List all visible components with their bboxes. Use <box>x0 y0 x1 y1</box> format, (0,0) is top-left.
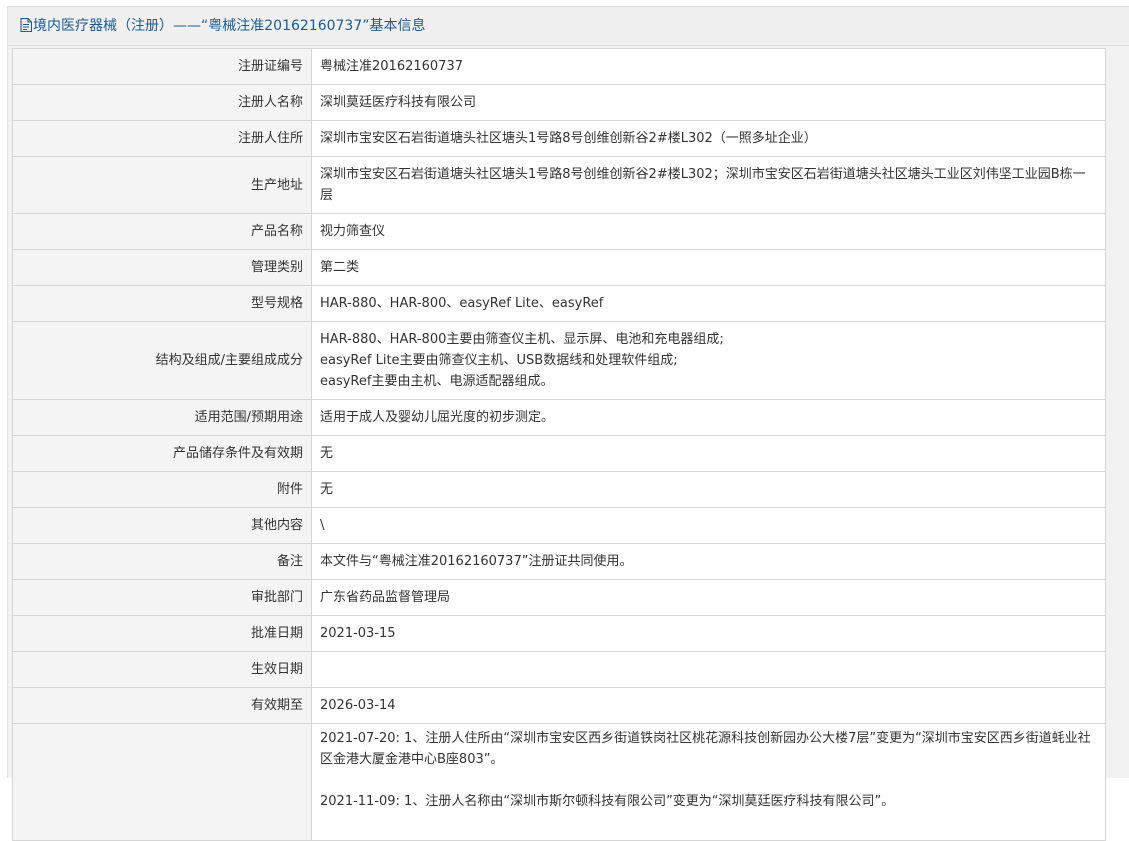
table-row: 适用范围/预期用途 适用于成人及婴幼儿屈光度的初步测定。 <box>12 399 1106 436</box>
table-row: 型号规格 HAR-880、HAR-800、easyRef Lite、easyRef <box>12 285 1106 322</box>
table-row: 批准日期 2021-03-15 <box>12 615 1106 652</box>
change-item: 2021-11-09: 1、注册人名称由“深圳市斯尔顿科技有限公司”变更为“深圳… <box>320 794 895 809</box>
detail-table: 注册证编号 粤械注准20162160737 注册人名称 深圳莫廷医疗科技有限公司 注册人… <box>12 48 1106 841</box>
table-row-changes: 2021-07-20: 1、注册人住所由“深圳市宝安区西乡街道铁岗社区桃花源科技… <box>12 723 1106 841</box>
table-row: 有效期至 2026-03-14 <box>12 687 1106 724</box>
table-row: 附件无 <box>12 471 1106 508</box>
table-row: 注册人住所 深圳市宝安区石岩街道塘头社区塘头1号路8号创维创新谷2#楼L302（一… <box>12 120 1106 157</box>
field-label <box>12 723 312 841</box>
field-label: 产品名称 <box>12 213 312 250</box>
field-value: 无 <box>311 471 1106 508</box>
field-label: 批准日期 <box>12 615 312 652</box>
table-row: 产品名称 视力筛查仪 <box>12 213 1106 250</box>
table-row: 生效日期 <box>12 651 1106 688</box>
field-label: 有效期至 <box>12 687 312 724</box>
field-value: 无 <box>311 435 1106 472</box>
field-value: 广东省药品监督管理局 <box>311 579 1106 616</box>
table-row: 注册证编号 粤械注准20162160737 <box>12 48 1106 85</box>
field-value <box>311 651 1106 688</box>
field-value: 深圳市宝安区石岩街道塘头社区塘头1号路8号创维创新谷2#楼L302（一照多址企业… <box>311 120 1106 157</box>
field-label: 其他内容 <box>12 507 312 544</box>
field-value-line: HAR-880、HAR-800主要由筛查仪主机、显示屏、电池和充电器组成; <box>320 332 724 347</box>
field-label: 型号规格 <box>12 285 312 322</box>
table-row: 产品储存条件及有效期无 <box>12 435 1106 472</box>
field-label: 结构及组成/主要组成成分 <box>12 321 312 400</box>
document-icon <box>20 9 33 47</box>
change-item: 2021-07-20: 1、注册人住所由“深圳市宝安区西乡街道铁岗社区桃花源科技… <box>320 731 1091 767</box>
table-row: 生产地址 深圳市宝安区石岩街道塘头社区塘头1号路8号创维创新谷2#楼L302；深圳… <box>12 156 1106 214</box>
field-label: 管理类别 <box>12 249 312 286</box>
field-label: 附件 <box>12 471 312 508</box>
field-value: HAR-880、HAR-800主要由筛查仪主机、显示屏、电池和充电器组成; eas… <box>311 321 1106 400</box>
field-label: 注册人名称 <box>12 84 312 121</box>
page-title: 境内医疗器械（注册）——“粤械注准20162160737”基本信息 <box>33 18 426 34</box>
field-value: \ <box>311 507 1106 544</box>
field-value: 深圳市宝安区石岩街道塘头社区塘头1号路8号创维创新谷2#楼L302；深圳市宝安区… <box>311 156 1106 214</box>
field-label: 备注 <box>12 543 312 580</box>
table-row: 备注 本文件与“粤械注准20162160737”注册证共同使用。 <box>12 543 1106 580</box>
field-value-line: easyRef主要由主机、电源适配器组成。 <box>320 374 554 389</box>
field-label: 产品储存条件及有效期 <box>12 435 312 472</box>
field-label: 注册证编号 <box>12 48 312 85</box>
field-label: 注册人住所 <box>12 120 312 157</box>
field-value: 本文件与“粤械注准20162160737”注册证共同使用。 <box>311 543 1106 580</box>
field-value-line: easyRef Lite主要由筛查仪主机、USB数据线和处理软件组成; <box>320 353 678 368</box>
field-value: 深圳莫廷医疗科技有限公司 <box>311 84 1106 121</box>
field-value: 2026-03-14 <box>311 687 1106 724</box>
table-row: 注册人名称 深圳莫廷医疗科技有限公司 <box>12 84 1106 121</box>
field-label: 适用范围/预期用途 <box>12 399 312 436</box>
field-value: 适用于成人及婴幼儿屈光度的初步测定。 <box>311 399 1106 436</box>
field-label: 生效日期 <box>12 651 312 688</box>
table-row: 审批部门 广东省药品监督管理局 <box>12 579 1106 616</box>
table-row: 其他内容 \ <box>12 507 1106 544</box>
field-value: 第二类 <box>311 249 1106 286</box>
panel-header: 境内医疗器械（注册）——“粤械注准20162160737”基本信息 <box>8 7 1129 46</box>
field-label: 生产地址 <box>12 156 312 214</box>
field-value: 粤械注准20162160737 <box>311 48 1106 85</box>
change-history: 2021-07-20: 1、注册人住所由“深圳市宝安区西乡街道铁岗社区桃花源科技… <box>311 723 1106 841</box>
field-value: HAR-880、HAR-800、easyRef Lite、easyRef <box>311 285 1106 322</box>
table-row: 管理类别 第二类 <box>12 249 1106 286</box>
field-value: 2021-03-15 <box>311 615 1106 652</box>
table-row: 结构及组成/主要组成成分 HAR-880、HAR-800主要由筛查仪主机、显示屏、… <box>12 321 1106 400</box>
field-label: 审批部门 <box>12 579 312 616</box>
field-value: 视力筛查仪 <box>311 213 1106 250</box>
